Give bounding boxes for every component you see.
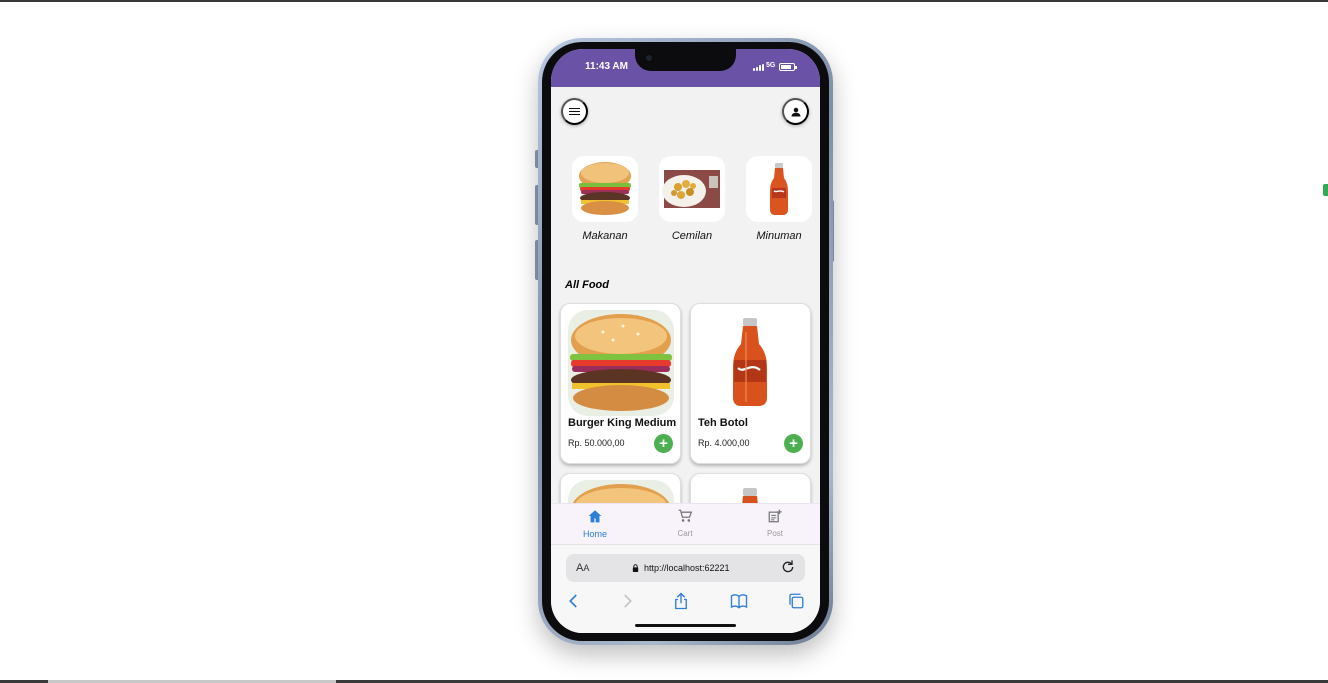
bottom-navigation: Home Cart Post [551, 503, 820, 544]
product-card[interactable]: Teh Botol Rp. 4.000,00 + [690, 303, 811, 464]
tabs-icon[interactable] [787, 592, 805, 610]
lock-icon [632, 564, 639, 572]
person-icon [791, 107, 800, 116]
product-card[interactable]: Burger King Medium Rp. 50.000,00 + [560, 303, 681, 464]
network-type: 5G [766, 62, 776, 69]
category-tile [746, 156, 812, 222]
window-top-border [0, 0, 1328, 2]
reload-icon[interactable] [780, 559, 796, 575]
product-image [568, 310, 674, 416]
section-title: All Food [565, 279, 609, 291]
bottle-image [770, 163, 788, 215]
add-to-cart-button[interactable]: + [654, 434, 673, 453]
menu-button[interactable] [561, 98, 588, 125]
bottle-image [698, 310, 804, 416]
nav-label: Cart [677, 529, 693, 538]
phone-screen: 11:43 AM 5G Makanan Cemilan Minuman All … [551, 49, 820, 633]
post-add-icon [768, 509, 782, 523]
home-indicator [635, 624, 736, 627]
product-price: Rp. 4.000,00 [698, 438, 750, 448]
bookmarks-icon[interactable] [730, 592, 748, 610]
add-to-cart-button[interactable]: + [784, 434, 803, 453]
text-size-button[interactable]: AA [576, 562, 589, 574]
nav-label: Post [766, 529, 783, 538]
back-icon[interactable] [565, 592, 583, 610]
status-bar: 11:43 AM 5G [551, 49, 820, 87]
category-label: Cemilan [671, 230, 713, 242]
share-icon[interactable] [672, 592, 690, 610]
cart-icon [678, 509, 693, 522]
nav-post[interactable]: Post [745, 509, 805, 538]
product-image [698, 310, 804, 416]
category-cemilan[interactable]: Cemilan [659, 156, 725, 242]
front-camera [646, 55, 652, 61]
hamburger-icon [569, 107, 580, 116]
forward-icon[interactable] [618, 592, 636, 610]
battery-icon [779, 63, 797, 71]
edge-extension-badge[interactable] [1323, 184, 1328, 196]
burger-image [579, 162, 631, 215]
product-name: Teh Botol [698, 417, 748, 429]
status-time: 11:43 AM [585, 61, 628, 72]
category-label: Makanan [582, 230, 628, 242]
product-price: Rp. 50.000,00 [568, 438, 625, 448]
category-makanan[interactable]: Makanan [572, 156, 638, 242]
nav-label: Home [582, 529, 607, 539]
nav-home[interactable]: Home [565, 509, 625, 539]
burger-image [568, 310, 674, 416]
address-bar[interactable]: AA http://localhost:62221 [566, 554, 805, 582]
url-text: http://localhost:62221 [644, 563, 730, 573]
home-icon [588, 510, 602, 523]
category-minuman[interactable]: Minuman [746, 156, 812, 242]
category-tile [659, 156, 725, 222]
category-tile [572, 156, 638, 222]
signal-icon [753, 63, 765, 71]
category-label: Minuman [756, 230, 802, 242]
text-size-small: A [583, 563, 590, 573]
browser-toolbar: AA http://localhost:62221 [551, 544, 820, 633]
snack-plate-image [662, 170, 720, 208]
product-name: Burger King Medium [568, 417, 677, 429]
nav-cart[interactable]: Cart [655, 509, 715, 538]
profile-button[interactable] [782, 98, 809, 125]
